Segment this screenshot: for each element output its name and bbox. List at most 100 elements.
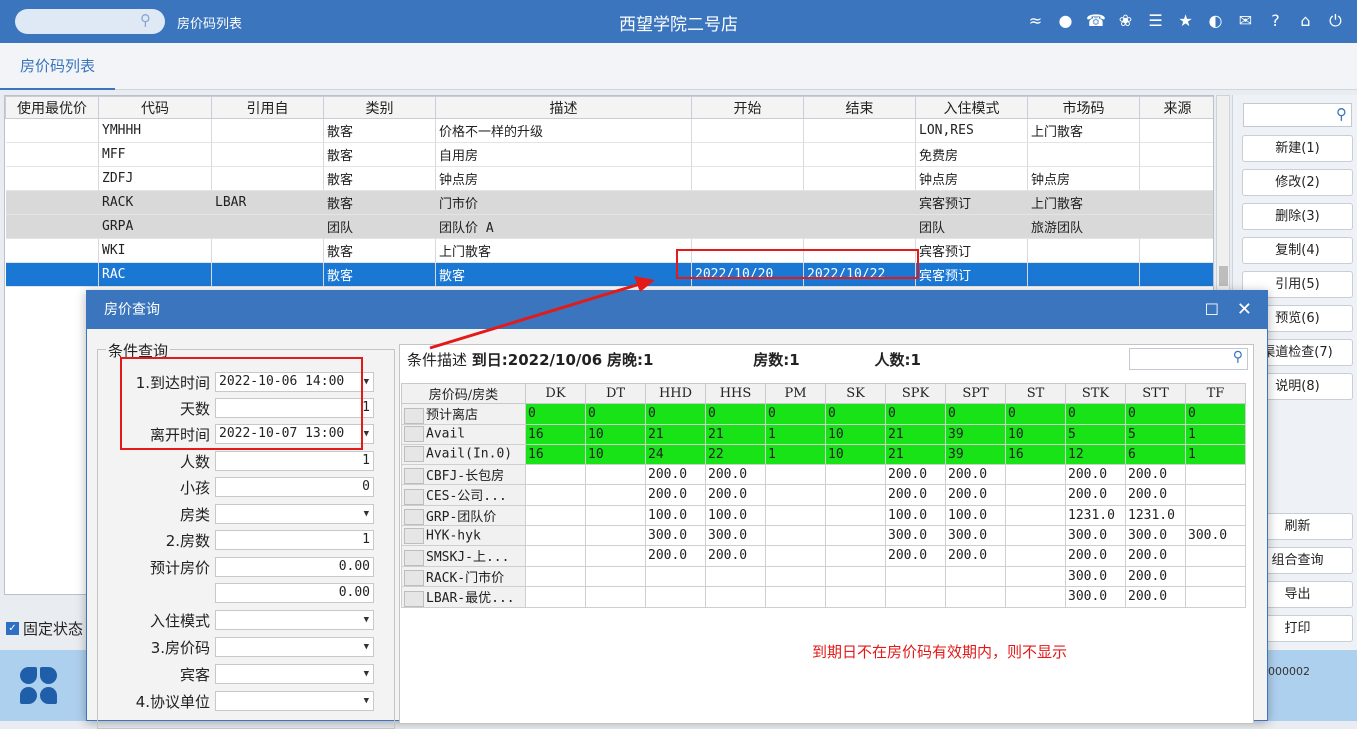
action-button[interactable]: 新建(1): [1242, 135, 1353, 162]
rate-row[interactable]: CES-公司... 200.0 200.0 200.0 200.0 200.0 200.0: [401, 484, 1246, 506]
panel-search-input[interactable]: ⚲: [1243, 103, 1352, 127]
room-type-header[interactable]: ST: [1005, 383, 1066, 404]
room-type-header[interactable]: STT: [1125, 383, 1186, 404]
field-input[interactable]: 0.00: [215, 557, 374, 577]
rate-row[interactable]: HYK-hyk 300.0 300.0 300.0 300.0 300.0 300.0 300…: [401, 525, 1246, 546]
rate-cell: 200.0: [1125, 586, 1186, 608]
column-header[interactable]: 入住模式: [915, 96, 1028, 119]
rate-row[interactable]: Avail 16 10 21 21 1 10 21 39 10 5 5 1: [401, 423, 1246, 445]
column-header[interactable]: 类别: [323, 96, 436, 119]
field-select[interactable]: ▼: [215, 664, 374, 684]
row-selector[interactable]: [404, 468, 424, 484]
column-header[interactable]: 结束: [803, 96, 916, 119]
action-button[interactable]: 删除(3): [1242, 203, 1353, 230]
rate-row[interactable]: RACK-门市价 300.0 200.0: [401, 565, 1246, 587]
search-icon[interactable]: ⚲: [1233, 349, 1243, 365]
field-input[interactable]: 0: [215, 477, 374, 497]
star-icon[interactable]: ★: [1176, 10, 1195, 32]
column-header[interactable]: 使用最优价: [5, 96, 99, 119]
column-header[interactable]: 代码: [98, 96, 212, 119]
table-row[interactable]: MFF 散客 自用房 免费房: [5, 142, 1213, 167]
action-button[interactable]: 修改(2): [1242, 169, 1353, 196]
row-selector[interactable]: [404, 527, 424, 544]
column-header[interactable]: 市场码: [1027, 96, 1140, 119]
rate-row[interactable]: CBFJ-长包房 200.0 200.0 200.0 200.0 200.0 200.0: [401, 463, 1246, 485]
rate-cell: [645, 586, 706, 608]
row-selector[interactable]: [404, 509, 424, 525]
close-icon[interactable]: ✕: [1237, 291, 1252, 329]
field-select[interactable]: ▼: [215, 504, 374, 524]
contrast-icon[interactable]: ◐: [1206, 10, 1225, 32]
chevron-down-icon[interactable]: ▼: [364, 611, 369, 629]
field-select[interactable]: ▼: [215, 691, 374, 711]
table-row[interactable]: RAC 散客 散客 2022/10/20 2022/10/22 宾客预订: [5, 262, 1213, 287]
cell-type: 散客: [323, 238, 436, 263]
home-icon[interactable]: ⌂: [1296, 10, 1315, 32]
table-row[interactable]: YMHHH 散客 价格不一样的升级 LON,RES 上门散客: [5, 118, 1213, 143]
rate-row[interactable]: GRP-团队价 100.0 100.0 100.0 100.0 1231.0 1231.0: [401, 504, 1246, 526]
tab-rate-code-list[interactable]: 房价码列表: [0, 43, 115, 90]
scrollbar-thumb[interactable]: [1219, 266, 1228, 286]
rate-row[interactable]: LBAR-最优... 300.0 200.0: [401, 586, 1246, 608]
column-header[interactable]: 描述: [435, 96, 692, 119]
rate-row[interactable]: SMSKJ-上... 200.0 200.0 200.0 200.0 200.0 200.0: [401, 545, 1246, 567]
room-type-header[interactable]: STK: [1065, 383, 1126, 404]
cell-market: [1027, 262, 1140, 287]
room-type-header[interactable]: HHS: [705, 383, 766, 404]
action-button[interactable]: 复制(4): [1242, 237, 1353, 264]
field-select[interactable]: ▼: [215, 610, 374, 630]
rate-row[interactable]: Avail(In.0) 16 10 24 22 1 10 21 39 16 12 6 1: [401, 443, 1246, 465]
field-label: 2.房数: [165, 531, 210, 550]
mail-icon[interactable]: ✉: [1236, 10, 1255, 32]
wifi-icon[interactable]: ≈: [1026, 10, 1045, 32]
chevron-down-icon[interactable]: ▼: [364, 692, 369, 710]
help-icon[interactable]: ?: [1266, 10, 1285, 32]
table-row[interactable]: RACK LBAR 散客 门市价 宾客预订 上门散客: [5, 190, 1213, 215]
room-type-header[interactable]: SK: [825, 383, 886, 404]
column-header[interactable]: 引用自: [211, 96, 324, 119]
checkbox-checked-icon[interactable]: ✓: [6, 622, 19, 635]
room-type-header[interactable]: PM: [765, 383, 826, 404]
field-select[interactable]: ▼: [215, 637, 374, 657]
field-input[interactable]: 1: [215, 530, 374, 550]
rate-row-name: LBAR-最优...: [426, 591, 515, 606]
chevron-down-icon[interactable]: ▼: [364, 505, 369, 523]
menu-icon[interactable]: ☰: [1146, 10, 1165, 32]
chevron-down-icon[interactable]: ▼: [364, 373, 369, 391]
search-icon[interactable]: ⚲: [1336, 105, 1347, 123]
room-type-header[interactable]: DK: [525, 383, 586, 404]
room-type-header[interactable]: SPT: [945, 383, 1006, 404]
rate-search-input[interactable]: ⚲: [1129, 348, 1248, 370]
rate-row[interactable]: 预计离店 0 0 0 0 0 0 0 0 0 0 0 0: [401, 403, 1246, 425]
table-row[interactable]: ZDFJ 散客 钟点房 钟点房 钟点房: [5, 166, 1213, 191]
field-input[interactable]: 0.00: [215, 583, 374, 603]
room-type-header[interactable]: DT: [585, 383, 646, 404]
row-selector[interactable]: [404, 488, 424, 505]
room-type-header[interactable]: SPK: [885, 383, 946, 404]
row-selector[interactable]: [404, 446, 424, 462]
table-row[interactable]: GRPA 团队 团队价 A 团队 旅游团队: [5, 214, 1213, 239]
row-selector[interactable]: [404, 570, 424, 586]
query-field: 房类 ▼: [107, 503, 387, 525]
row-selector[interactable]: [404, 549, 424, 566]
chevron-down-icon[interactable]: ▼: [364, 425, 369, 443]
table-row[interactable]: WKI 散客 上门散客 宾客预订: [5, 238, 1213, 263]
chevron-down-icon[interactable]: ▼: [364, 638, 369, 656]
row-selector[interactable]: [404, 590, 424, 607]
fixed-status-toggle[interactable]: ✓ 固定状态: [6, 618, 83, 639]
chevron-down-icon[interactable]: ▼: [364, 665, 369, 683]
chat-icon[interactable]: ●: [1056, 10, 1075, 32]
maximize-icon[interactable]: ☐: [1205, 291, 1219, 329]
column-header[interactable]: 开始: [691, 96, 804, 119]
row-selector[interactable]: [404, 407, 424, 424]
palette-icon[interactable]: ❀: [1116, 10, 1135, 32]
column-header[interactable]: 来源: [1139, 96, 1213, 119]
room-type-header[interactable]: TF: [1185, 383, 1246, 404]
field-input[interactable]: 1: [215, 451, 374, 471]
row-selector[interactable]: [404, 426, 424, 442]
power-icon[interactable]: ⏻: [1326, 10, 1345, 32]
room-type-header[interactable]: HHD: [645, 383, 706, 404]
phone-icon[interactable]: ☎: [1086, 10, 1106, 32]
global-search-input[interactable]: ⚲: [15, 9, 165, 34]
search-icon[interactable]: ⚲: [140, 11, 151, 29]
